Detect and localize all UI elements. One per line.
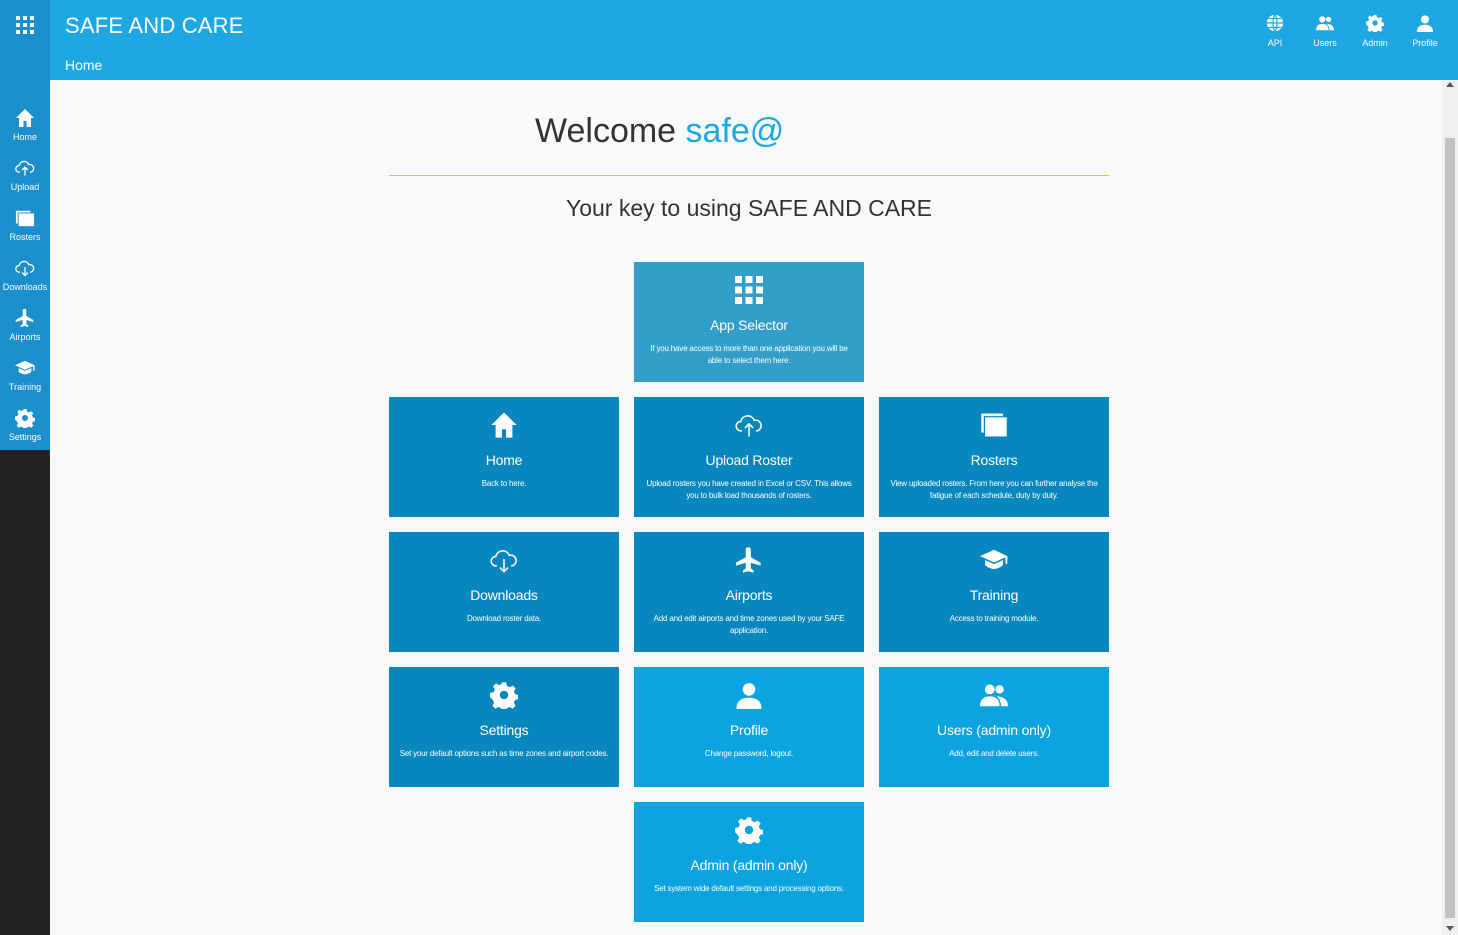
profile-label: Profile	[1412, 38, 1438, 48]
sidebar-item-label: Training	[8, 382, 42, 392]
rosters-icon	[981, 413, 1007, 437]
cloud-download-icon	[490, 550, 517, 573]
divider	[389, 175, 1109, 176]
tile-description: Set system wide default settings and pro…	[654, 884, 844, 893]
tile-title: Rosters	[970, 452, 1018, 468]
sidebar-item-home[interactable]: Home	[0, 106, 50, 156]
tile-airports[interactable]: Airports Add and edit airports and time …	[634, 532, 864, 652]
tile-description: If you have access to more than one appl…	[650, 344, 848, 365]
user-icon	[736, 683, 762, 709]
plane-icon	[15, 309, 34, 327]
tile-profile[interactable]: Profile Change password, logout.	[634, 667, 864, 787]
rosters-icon	[15, 210, 35, 227]
users-icon	[1316, 16, 1334, 31]
tile-title: Home	[485, 452, 523, 468]
sidebar: Home Upload Rosters Downloads Airports T…	[0, 50, 50, 935]
tile-description: Set your default options such as time zo…	[399, 749, 609, 758]
tagline: Your key to using SAFE AND CARE	[565, 195, 933, 221]
tile-title: Training	[969, 587, 1019, 603]
api-button[interactable]: API	[1250, 14, 1300, 48]
plane-icon	[735, 547, 761, 573]
admin-label: Admin	[1362, 38, 1388, 48]
tile-title: Admin (admin only)	[690, 857, 808, 873]
grid-icon	[735, 276, 763, 304]
welcome-heading: Welcome safe@	[535, 112, 784, 151]
app-title: SAFE AND CARE	[65, 13, 244, 38]
sidebar-item-airports[interactable]: Airports	[0, 306, 50, 356]
tile-description: Access to training module.	[949, 614, 1039, 623]
tile-title: Users (admin only)	[937, 722, 1051, 738]
tile-title: Upload Roster	[705, 452, 793, 468]
tile-downloads[interactable]: Downloads Download roster data.	[389, 532, 619, 652]
users-icon	[980, 684, 1008, 707]
sidebar-item-rosters[interactable]: Rosters	[0, 206, 50, 256]
app-launcher-button[interactable]	[0, 0, 50, 50]
tile-upload-roster[interactable]: Upload Roster Upload rosters you have cr…	[634, 397, 864, 517]
sidebar-item-settings[interactable]: Settings	[0, 406, 50, 456]
sidebar-item-label: Airports	[9, 332, 41, 342]
main-content: Welcome safe@ Your key to using SAFE AND…	[50, 80, 1442, 935]
tile-rosters[interactable]: Rosters View uploaded rosters. From here…	[879, 397, 1109, 517]
tile-title: Settings	[479, 722, 529, 738]
grid-icon	[16, 16, 34, 34]
sidebar-nav: Home Upload Rosters Downloads Airports T…	[0, 50, 50, 450]
tile-title: Downloads	[470, 587, 538, 603]
tile-description: Back to here.	[481, 479, 527, 488]
tile-title: App Selector	[710, 317, 788, 333]
sidebar-item-downloads[interactable]: Downloads	[0, 256, 50, 306]
scroll-thumb[interactable]	[1445, 138, 1455, 918]
sidebar-item-label: Downloads	[2, 282, 48, 292]
gear-icon	[490, 682, 518, 709]
tile-description: View uploaded rosters. From here you can…	[890, 479, 1098, 500]
tile-training[interactable]: Training Access to training module.	[879, 532, 1109, 652]
users-label: Users	[1313, 38, 1337, 48]
gear-icon	[1366, 14, 1384, 32]
tile-description: Add, edit and delete users.	[949, 749, 1039, 758]
welcome-prefix: Welcome	[535, 112, 677, 150]
gear-icon	[735, 817, 763, 844]
tile-users[interactable]: Users (admin only) Add, edit and delete …	[879, 667, 1109, 787]
tile-admin[interactable]: Admin (admin only) Set system wide defau…	[634, 802, 864, 922]
welcome-username: safe@	[685, 112, 785, 150]
vertical-scrollbar[interactable]	[1442, 80, 1458, 935]
tile-description: Add and edit airports and time zones use…	[653, 614, 845, 635]
users-button[interactable]: Users	[1300, 14, 1350, 48]
gear-icon	[15, 409, 35, 428]
scroll-down-arrow-icon[interactable]	[1446, 926, 1454, 931]
tile-home[interactable]: Home Back to here.	[389, 397, 619, 517]
home-icon	[16, 109, 34, 127]
graduation-cap-icon	[15, 360, 35, 375]
tile-description: Change password, logout.	[704, 749, 794, 758]
graduation-cap-icon	[980, 549, 1008, 569]
sidebar-item-label: Upload	[10, 182, 40, 192]
tile-settings[interactable]: Settings Set your default options such a…	[389, 667, 619, 787]
top-actions: API Users Admin Profile	[1250, 14, 1450, 48]
sidebar-item-upload[interactable]: Upload	[0, 156, 50, 206]
sidebar-item-label: Rosters	[9, 232, 41, 242]
admin-button[interactable]: Admin	[1350, 14, 1400, 48]
sidebar-item-label: Settings	[8, 432, 42, 442]
scroll-up-arrow-icon[interactable]	[1446, 82, 1454, 87]
tile-app-selector[interactable]: App Selector If you have access to more …	[634, 262, 864, 382]
top-bar: SAFE AND CARE Home API Users Admin Profi…	[0, 0, 1458, 80]
tile-title: Profile	[729, 722, 769, 738]
cloud-upload-icon	[735, 415, 762, 437]
breadcrumb[interactable]: Home	[65, 57, 102, 73]
home-icon	[491, 412, 517, 438]
sidebar-item-training[interactable]: Training	[0, 356, 50, 406]
globe-icon	[1266, 14, 1284, 32]
tile-description: Upload rosters you have created in Excel…	[646, 479, 852, 500]
cloud-download-icon	[15, 260, 35, 277]
tile-title: Airports	[725, 587, 773, 603]
api-label: API	[1267, 38, 1283, 48]
sidebar-item-label: Home	[12, 132, 37, 142]
profile-button[interactable]: Profile	[1400, 14, 1450, 48]
user-icon	[1416, 15, 1434, 32]
tile-description: Download roster data.	[466, 614, 542, 623]
cloud-upload-icon	[15, 160, 35, 176]
